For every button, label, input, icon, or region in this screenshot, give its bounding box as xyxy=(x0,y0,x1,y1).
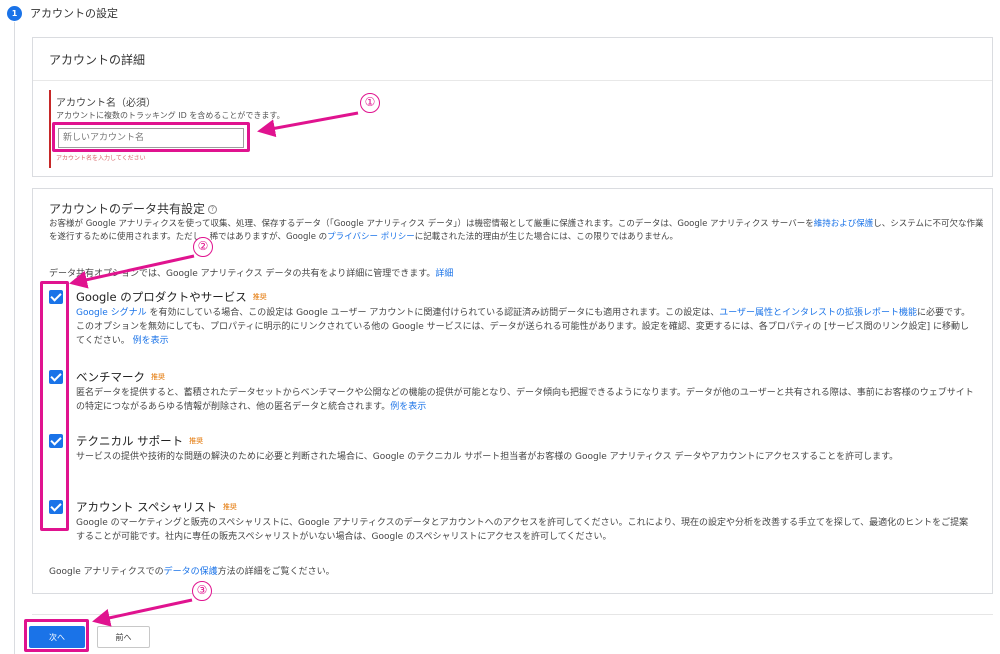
option-description: Google シグナル を有効にしている場合、この設定は Google ユーザー… xyxy=(76,306,976,348)
recommended-badge: 推奨 xyxy=(252,293,267,301)
show-example-link[interactable]: 例を表示 xyxy=(390,402,426,412)
learn-more-link[interactable]: 詳細 xyxy=(435,269,453,279)
desc-text-1: お客様が Google アナリティクスを使って収集、処理、保存するデータ（「Go… xyxy=(49,219,814,229)
option-body-1: 匿名データを提供すると、蓄積されたデータセットからベンチマークや公開などの機能の… xyxy=(76,388,974,412)
account-details-heading: アカウントの詳細 xyxy=(49,53,146,67)
data-sharing-heading: アカウントのデータ共有設定? xyxy=(49,200,218,217)
option-title: テクニカル サポート 推奨 xyxy=(76,433,203,449)
recommended-badge: 推奨 xyxy=(189,437,204,445)
privacy-policy-link[interactable]: プライバシー ポリシー xyxy=(327,232,415,242)
option-body-1: を有効にしている場合、この設定は Google ユーザー アカウントに関連付けら… xyxy=(149,308,720,318)
data-sharing-heading-text: アカウントのデータ共有設定 xyxy=(49,202,206,216)
option-title: ベンチマーク 推奨 xyxy=(76,369,165,385)
options-intro-text: データ共有オプションでは、Google アナリティクス データの共有をより詳細に… xyxy=(49,269,436,279)
sharing-options-intro: データ共有オプションでは、Google アナリティクス データの共有をより詳細に… xyxy=(49,266,453,279)
option-title: アカウント スペシャリスト 推奨 xyxy=(76,499,237,515)
annotation-marker-2: ② xyxy=(193,237,213,257)
option-title-text: ベンチマーク xyxy=(76,370,145,384)
option-title-text: Google のプロダクトやサービス xyxy=(76,290,247,304)
data-protection-note: Google アナリティクスでのデータの保護方法の詳細をご覧ください。 xyxy=(49,564,335,577)
account-details-card: アカウントの詳細 アカウント名（必須） アカウントに複数のトラッキング ID を… xyxy=(32,37,993,177)
divider xyxy=(32,614,993,615)
arrow-to-next-button xyxy=(92,598,193,627)
demographics-report-link[interactable]: ユーザー属性とインタレストの拡張レポート機能 xyxy=(719,308,917,318)
account-name-label: アカウント名（必須） xyxy=(56,98,156,109)
option-description: Google のマーケティングと販売のスペシャリストに、Google アナリティ… xyxy=(76,518,969,542)
next-button[interactable]: 次へ xyxy=(29,626,85,648)
checkbox-google-products[interactable] xyxy=(49,290,63,304)
checkbox-technical-support[interactable] xyxy=(49,434,63,448)
option-description: 匿名データを提供すると、蓄積されたデータセットからベンチマークや公開などの機能の… xyxy=(76,386,976,414)
checkbox-benchmark[interactable] xyxy=(49,370,63,384)
recommended-badge: 推奨 xyxy=(222,503,237,511)
data-sharing-card: アカウントのデータ共有設定? お客様が Google アナリティクスを使って収集… xyxy=(32,188,993,594)
help-icon[interactable]: ? xyxy=(208,205,218,214)
account-name-field: アカウント名（必須） アカウントに複数のトラッキング ID を含めることができま… xyxy=(49,90,409,168)
data-protection-link[interactable]: データの保護 xyxy=(164,567,218,577)
account-name-help: アカウントに複数のトラッキング ID を含めることができます。 xyxy=(56,111,285,120)
option-title-text: アカウント スペシャリスト xyxy=(76,500,217,514)
recommended-badge: 推奨 xyxy=(151,373,165,381)
account-name-input[interactable] xyxy=(58,128,244,148)
maintain-protect-link[interactable]: 維持および保護 xyxy=(814,219,874,229)
data-sharing-description: お客様が Google アナリティクスを使って収集、処理、保存するデータ（「Go… xyxy=(49,218,989,244)
account-name-error: アカウント名を入力してください xyxy=(56,155,146,162)
step-rail xyxy=(14,22,15,654)
previous-button[interactable]: 前へ xyxy=(97,626,150,648)
option-description: サービスの提供や技術的な問題の解決のために必要と判断された場合に、Google … xyxy=(76,452,899,462)
annotation-marker-3: ③ xyxy=(192,581,212,601)
option-title-text: テクニカル サポート xyxy=(76,434,184,448)
option-title: Google のプロダクトやサービス 推奨 xyxy=(76,289,267,305)
show-example-link[interactable]: 例を表示 xyxy=(133,336,169,346)
step-title: アカウントの設定 xyxy=(30,7,118,20)
step-number-badge: 1 xyxy=(7,6,22,21)
checkbox-account-specialist[interactable] xyxy=(49,500,63,514)
google-signals-link[interactable]: Google シグナル xyxy=(76,308,147,318)
desc-text-3: に記載された法的理由が生じた場合には、この限りではありません。 xyxy=(414,232,678,242)
annotation-marker-1: ① xyxy=(360,93,380,113)
footer-text-2: 方法の詳細をご覧ください。 xyxy=(217,567,335,577)
divider xyxy=(33,80,992,81)
footer-text-1: Google アナリティクスでの xyxy=(49,567,164,577)
